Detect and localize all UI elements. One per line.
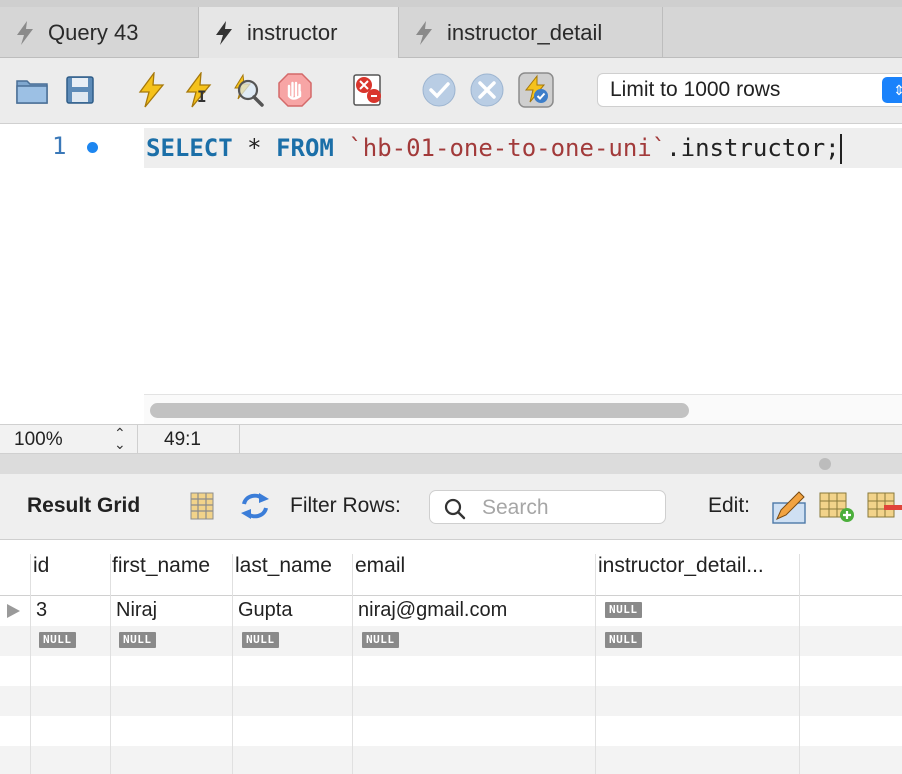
- cell-email[interactable]: niraj@gmail.com: [358, 599, 507, 622]
- grid-layout-icon[interactable]: [188, 491, 216, 521]
- cursor-position: 49:1: [164, 429, 201, 450]
- table-row-new[interactable]: NULL NULL NULL NULL NULL: [0, 626, 902, 656]
- limit-rows-select[interactable]: Limit to 1000 rows ⇕: [597, 73, 902, 107]
- cell-email-null[interactable]: NULL: [362, 632, 399, 648]
- tab-query-43[interactable]: Query 43: [0, 7, 199, 58]
- limit-rows-value: Limit to 1000 rows: [610, 78, 781, 101]
- sql-code-line[interactable]: SELECT * FROM `hb-01-one-to-one-uni`.ins…: [144, 128, 902, 168]
- edit-cell-icon[interactable]: [771, 489, 807, 525]
- cell-instructor-detail-null[interactable]: NULL: [605, 632, 642, 648]
- lightning-bolt-icon: [216, 20, 232, 45]
- edit-label: Edit:: [708, 494, 751, 517]
- column-header-email[interactable]: email: [355, 554, 595, 578]
- filter-rows-label: Filter Rows:: [290, 494, 401, 517]
- execute-current-statement-icon[interactable]: I: [181, 72, 217, 108]
- sql-table-name: .instructor;: [666, 134, 840, 162]
- panel-splitter[interactable]: [0, 454, 902, 474]
- autocommit-toggle-icon[interactable]: [518, 72, 554, 108]
- delete-row-icon[interactable]: [866, 489, 902, 525]
- column-header-instructor-detail[interactable]: instructor_detail...: [598, 554, 798, 578]
- text-caret: [839, 134, 842, 164]
- explain-magnifier-icon[interactable]: [229, 72, 265, 108]
- zoom-level[interactable]: 100%: [14, 429, 63, 451]
- tab-label: Query 43: [48, 19, 139, 45]
- tab-label: instructor: [247, 19, 338, 45]
- lightning-bolt-icon: [17, 20, 33, 45]
- cell-last-name-null[interactable]: NULL: [242, 632, 279, 648]
- cell-id[interactable]: 3: [36, 599, 47, 622]
- empty-row: [0, 656, 902, 686]
- sql-editor[interactable]: 1 SELECT * FROM `hb-01-one-to-one-uni`.i…: [0, 124, 902, 424]
- cell-last-name[interactable]: Gupta: [238, 599, 292, 622]
- column-divider[interactable]: [232, 554, 233, 774]
- tab-instructor-detail[interactable]: instructor_detail: [399, 7, 663, 58]
- cell-instructor-detail-null[interactable]: NULL: [605, 602, 642, 618]
- line-number: 1: [52, 132, 67, 160]
- sql-schema-name: `hb-01-one-to-one-uni`: [348, 134, 667, 162]
- search-input[interactable]: [482, 494, 657, 521]
- tab-bar-top-strip: [0, 0, 902, 7]
- editor-status-bar: 100% ⌃ ⌄ 49:1: [0, 424, 902, 455]
- status-divider: [239, 425, 240, 455]
- sql-keyword: SELECT: [146, 134, 233, 162]
- refresh-icon[interactable]: [238, 490, 272, 522]
- query-tab-bar: Query 43 instructor instructor_detail: [0, 0, 902, 58]
- column-divider[interactable]: [110, 554, 111, 774]
- sql-editor-toolbar: I Limit to 1000 rows ⇕: [0, 58, 902, 124]
- add-row-icon[interactable]: [818, 489, 856, 525]
- column-divider[interactable]: [595, 554, 596, 774]
- table-row[interactable]: 3 Niraj Gupta niraj@gmail.com NULL: [0, 596, 902, 626]
- commit-check-icon[interactable]: [421, 72, 457, 108]
- column-divider[interactable]: [799, 554, 800, 774]
- svg-text:I: I: [197, 87, 207, 106]
- cell-first-name[interactable]: Niraj: [116, 599, 157, 622]
- result-toolbar: Result Grid Filter Rows: Edit:: [0, 474, 902, 540]
- rollback-x-icon[interactable]: [469, 72, 505, 108]
- scrollbar-thumb[interactable]: [150, 403, 689, 418]
- cell-first-name-null[interactable]: NULL: [119, 632, 156, 648]
- search-icon: [444, 498, 466, 520]
- save-icon[interactable]: [62, 72, 98, 108]
- cell-id-null[interactable]: NULL: [39, 632, 76, 648]
- result-grid-title: Result Grid: [27, 494, 141, 517]
- stop-hand-icon[interactable]: [277, 72, 313, 108]
- column-divider[interactable]: [30, 554, 31, 774]
- column-divider[interactable]: [352, 554, 353, 774]
- lightning-bolt-icon: [416, 20, 432, 45]
- empty-row: [0, 716, 902, 746]
- empty-row: [0, 686, 902, 716]
- column-header-first-name[interactable]: first_name: [112, 554, 232, 578]
- tab-instructor[interactable]: instructor: [199, 7, 399, 58]
- column-header-last-name[interactable]: last_name: [235, 554, 352, 578]
- current-row-arrow-icon: [7, 604, 20, 618]
- execute-lightning-icon[interactable]: [133, 72, 169, 108]
- zoom-stepper-icon[interactable]: ⌃ ⌄: [114, 426, 126, 451]
- status-divider: [137, 425, 138, 455]
- open-folder-icon[interactable]: [14, 72, 50, 108]
- select-chevron-icon: ⇕: [882, 77, 902, 103]
- splitter-handle[interactable]: [819, 458, 831, 470]
- empty-row: [0, 746, 902, 774]
- horizontal-scrollbar[interactable]: [144, 394, 902, 424]
- statement-marker-dot: [87, 142, 98, 153]
- column-header-id[interactable]: id: [33, 554, 109, 578]
- grid-header-row: id first_name last_name email instructor…: [0, 540, 902, 596]
- filter-search-box[interactable]: [429, 490, 666, 524]
- tab-label: instructor_detail: [447, 19, 603, 45]
- result-grid[interactable]: id first_name last_name email instructor…: [0, 540, 902, 774]
- sql-star: *: [247, 134, 262, 162]
- sql-keyword: FROM: [276, 134, 334, 162]
- stop-on-error-icon[interactable]: [350, 72, 386, 108]
